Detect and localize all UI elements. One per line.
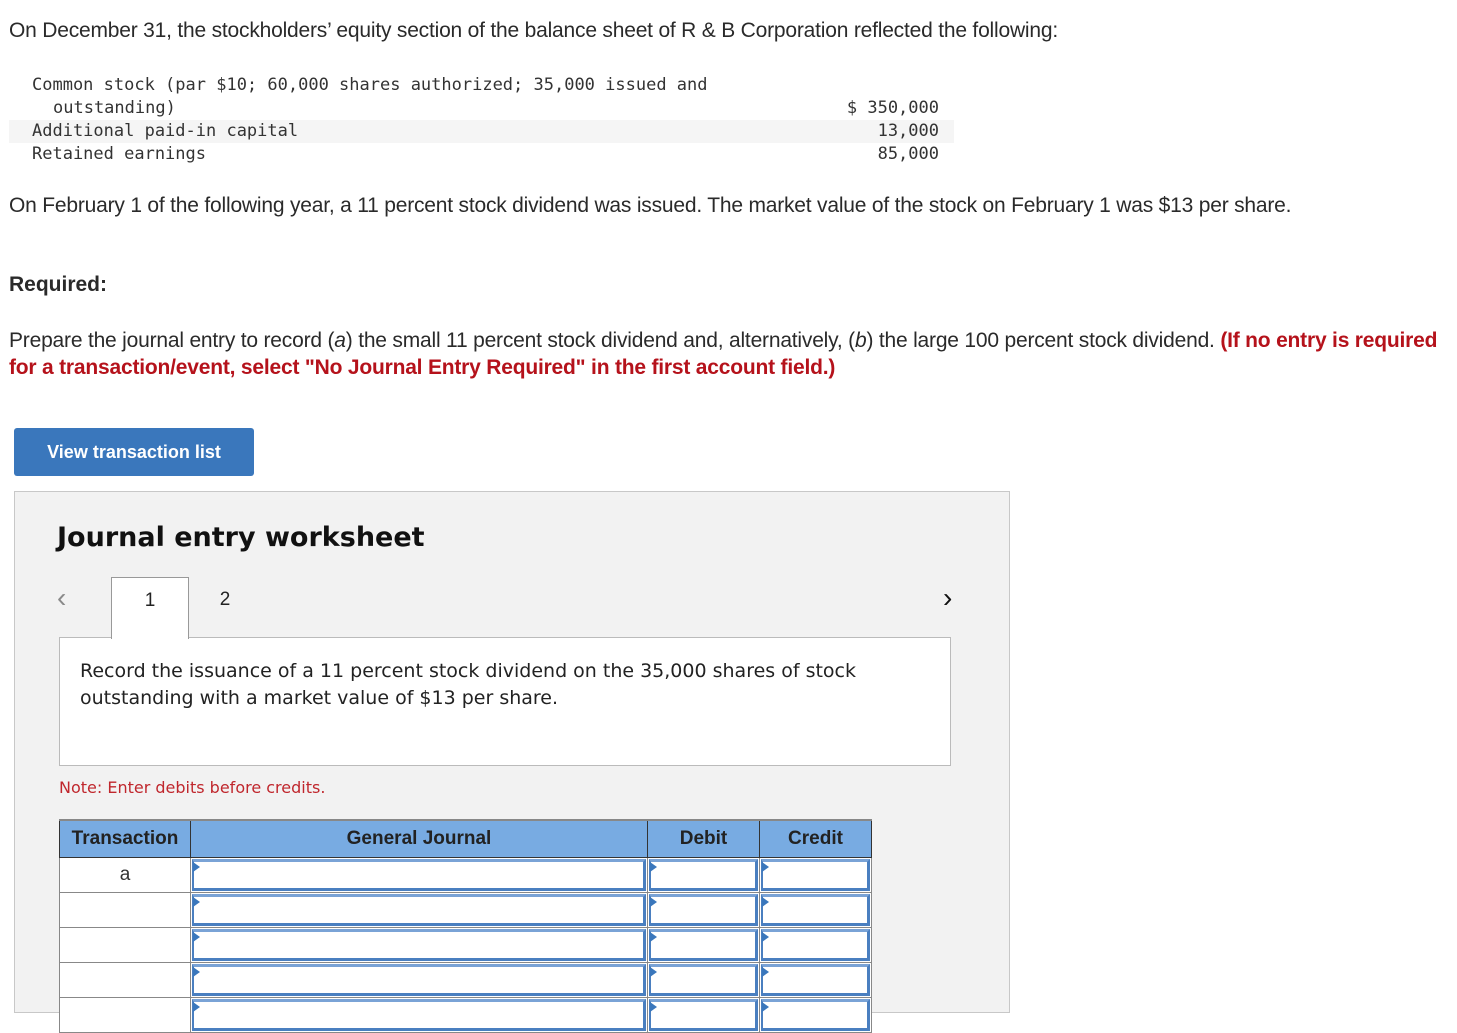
- account-cell: [190, 927, 648, 963]
- credit-cell: [759, 997, 872, 1033]
- required-heading: Required:: [9, 273, 108, 296]
- credit-input[interactable]: [761, 894, 870, 926]
- credit-cell: [759, 962, 872, 998]
- header-debit: Debit: [647, 819, 760, 858]
- account-cell: [190, 892, 648, 928]
- account-input[interactable]: [192, 894, 646, 926]
- tab-2[interactable]: 2: [187, 577, 263, 638]
- req-text: Prepare the journal entry to record (: [9, 329, 335, 352]
- dividend-paragraph: On February 1 of the following year, a 1…: [9, 194, 1292, 217]
- credit-cell: [759, 857, 872, 893]
- req-part-b: b: [854, 329, 867, 352]
- account-cell: [190, 857, 648, 893]
- equity-row-retained-earnings: Retained earnings 85,000: [9, 143, 954, 166]
- required-paragraph: Prepare the journal entry to record (a) …: [9, 327, 1439, 381]
- equity-table: Common stock (par $10; 60,000 shares aut…: [9, 74, 954, 166]
- account-input[interactable]: [192, 859, 646, 891]
- general-journal-table: Transaction General Journal Debit Credit…: [59, 819, 872, 1033]
- equity-value: $ 350,000: [846, 98, 939, 118]
- header-credit: Credit: [759, 819, 872, 858]
- transaction-cell: [59, 962, 191, 998]
- table-row: [59, 962, 872, 998]
- prompt-text: Record the issuance of a 11 percent stoc…: [80, 660, 856, 709]
- account-cell: [190, 997, 648, 1033]
- debit-cell: [647, 892, 760, 928]
- debit-input[interactable]: [649, 859, 758, 891]
- transaction-cell: a: [59, 857, 191, 893]
- table-header-row: Transaction General Journal Debit Credit: [59, 819, 872, 858]
- transaction-cell: [59, 892, 191, 928]
- table-row: [59, 927, 872, 963]
- credit-cell: [759, 892, 872, 928]
- equity-label: Additional paid-in capital: [32, 121, 299, 141]
- account-input[interactable]: [192, 964, 646, 996]
- equity-label-cont: outstanding): [53, 98, 176, 118]
- debit-cell: [647, 962, 760, 998]
- header-transaction: Transaction: [59, 819, 191, 858]
- debit-cell: [647, 927, 760, 963]
- header-general-journal: General Journal: [190, 819, 648, 858]
- equity-value: 13,000: [877, 121, 939, 141]
- credit-cell: [759, 927, 872, 963]
- equity-label: Common stock (par $10; 60,000 shares aut…: [32, 75, 708, 95]
- debit-cell: [647, 997, 760, 1033]
- note-text: Note: Enter debits before credits.: [59, 778, 326, 797]
- req-part-a: a: [334, 329, 346, 352]
- credit-input[interactable]: [761, 964, 870, 996]
- table-row: [59, 892, 872, 928]
- debit-input[interactable]: [649, 894, 758, 926]
- debit-input[interactable]: [649, 929, 758, 961]
- intro-text: On December 31, the stockholders’ equity…: [9, 19, 1058, 42]
- debit-cell: [647, 857, 760, 893]
- equity-row-common-stock: Common stock (par $10; 60,000 shares aut…: [9, 74, 954, 120]
- transaction-cell: [59, 997, 191, 1033]
- view-transaction-list-button[interactable]: View transaction list: [14, 428, 254, 476]
- equity-label: Retained earnings: [32, 144, 206, 164]
- transaction-cell: [59, 927, 191, 963]
- debit-input[interactable]: [649, 964, 758, 996]
- req-text: ) the small 11 percent stock dividend an…: [345, 329, 855, 352]
- worksheet-title: Journal entry worksheet: [57, 522, 425, 553]
- table-row: [59, 997, 872, 1033]
- chevron-right-icon[interactable]: ›: [943, 582, 952, 614]
- equity-value: 85,000: [877, 144, 939, 164]
- credit-input[interactable]: [761, 929, 870, 961]
- account-cell: [190, 962, 648, 998]
- credit-input[interactable]: [761, 859, 870, 891]
- tab-1[interactable]: 1: [111, 577, 189, 639]
- prompt-box: Record the issuance of a 11 percent stoc…: [59, 637, 951, 766]
- journal-entry-worksheet: Journal entry worksheet ‹ 1 2 › Record t…: [14, 491, 1010, 1033]
- chevron-left-icon[interactable]: ‹: [57, 582, 66, 614]
- account-input[interactable]: [192, 929, 646, 961]
- req-text: ) the large 100 percent stock dividend.: [866, 329, 1221, 352]
- equity-row-apic: Additional paid-in capital 13,000: [9, 120, 954, 143]
- table-row: a: [59, 857, 872, 893]
